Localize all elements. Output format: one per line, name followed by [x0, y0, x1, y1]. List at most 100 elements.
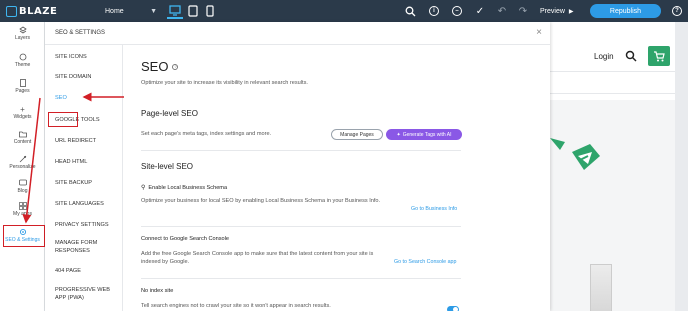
- page-level-heading: Page-level SEO: [141, 109, 198, 118]
- site-preview: Login: [550, 22, 675, 311]
- annotation-highlight-box: [48, 112, 78, 127]
- folder-icon: [18, 130, 27, 138]
- rail-label: Pages: [15, 88, 30, 94]
- no-index-toggle[interactable]: [447, 306, 459, 311]
- mobile-icon: [206, 5, 214, 17]
- site-nav-band: [550, 72, 675, 94]
- seo-description: Optimize your site to increase its visib…: [141, 80, 308, 86]
- preview-scroll-gutter: [675, 22, 688, 311]
- redo-icon: ↷: [518, 5, 528, 17]
- manage-pages-button[interactable]: Manage Pages: [331, 129, 383, 140]
- subnav-item-url-redirect[interactable]: URL REDIRECT: [55, 137, 121, 145]
- info-icon: i: [429, 6, 439, 16]
- rail-item-blog[interactable]: Blog: [0, 179, 45, 194]
- page-selector-value: Home: [105, 7, 124, 15]
- check-button[interactable]: ✓: [472, 3, 488, 19]
- undo-button[interactable]: ↶: [494, 3, 510, 19]
- site-search-button[interactable]: [625, 49, 637, 62]
- divider: [141, 150, 461, 151]
- subnav-item-404-page[interactable]: 404 PAGE: [55, 267, 121, 275]
- cart-icon: [654, 50, 665, 61]
- blog-icon: [18, 179, 27, 187]
- rail-item-my-apps[interactable]: My apps: [0, 202, 45, 217]
- subnav-item-site-domain[interactable]: SITE DOMAIN: [55, 73, 121, 81]
- rail-item-theme[interactable]: Theme: [0, 53, 45, 68]
- subnav-item-manage-form-responses[interactable]: MANAGE FORM RESPONSES: [55, 239, 121, 255]
- annotation-highlight-box: [3, 225, 45, 247]
- chevron-down-icon: ▼: [150, 7, 157, 15]
- close-icon[interactable]: ×: [536, 27, 542, 38]
- undo-icon: ↶: [497, 5, 507, 17]
- zoom-out-icon: –: [452, 6, 462, 16]
- check-icon: ✓: [475, 5, 485, 17]
- no-index-description: Tell search engines not to crawl your si…: [141, 303, 331, 309]
- subnav-item-privacy-settings[interactable]: PRIVACY SETTINGS: [55, 221, 121, 229]
- generate-tags-ai-label: Generate Tags with AI: [402, 131, 452, 138]
- help-icon: ?: [672, 6, 682, 16]
- rail-item-content[interactable]: Content: [0, 130, 45, 145]
- redo-button[interactable]: ↷: [515, 3, 531, 19]
- rail-label: Personalize: [9, 164, 36, 170]
- brand-logo: BLAZE: [6, 4, 57, 18]
- theme-icon: [19, 53, 27, 61]
- search-console-link[interactable]: Go to Search Console app: [394, 259, 456, 265]
- site-header: Login: [550, 32, 675, 72]
- subnav-item-site-languages[interactable]: SITE LANGUAGES: [55, 200, 121, 208]
- personalize-icon: [19, 155, 27, 163]
- panel-header: SEO & SETTINGS ×: [45, 22, 550, 45]
- subnav-item-site-icons[interactable]: SITE ICONS: [55, 53, 121, 61]
- tablet-icon: [188, 5, 198, 17]
- local-business-schema-description: Optimize your business for local SEO by …: [141, 198, 381, 204]
- rail-label: Blog: [17, 188, 28, 194]
- seo-settings-panel: SEO & SETTINGS × SITE ICONS SITE DOMAIN …: [45, 22, 550, 311]
- generate-tags-ai-button[interactable]: ✦ Generate Tags with AI: [386, 129, 462, 140]
- pin-icon: ⚲: [141, 185, 146, 191]
- layers-icon: [18, 26, 27, 34]
- logo-mark-icon: [6, 5, 17, 17]
- desktop-icon: [169, 4, 181, 16]
- rail-label: Theme: [14, 62, 31, 68]
- search-icon: [405, 6, 415, 16]
- subnav-item-pwa[interactable]: PROGRESSIVE WEB APP (PWA): [55, 286, 121, 302]
- divider: [141, 226, 461, 227]
- info-button[interactable]: i: [426, 3, 442, 19]
- search-icon: [625, 50, 637, 62]
- product-image: [590, 264, 612, 311]
- page-title: SEO ?: [141, 59, 179, 74]
- settings-subnav: SITE ICONS SITE DOMAIN SEO GOOGLE TOOLS …: [45, 45, 123, 311]
- desktop-view-button[interactable]: [167, 3, 183, 19]
- play-icon: ▶: [568, 8, 574, 15]
- plus-icon: +: [20, 104, 25, 114]
- help-button[interactable]: ?: [669, 3, 685, 19]
- preview-button[interactable]: Preview ▶: [540, 4, 574, 18]
- subnav-item-seo[interactable]: SEO: [55, 94, 121, 102]
- rail-item-widgets[interactable]: + Widgets: [0, 104, 45, 121]
- rail-label: Content: [13, 139, 32, 145]
- rail-item-personalize[interactable]: Personalize: [0, 155, 45, 170]
- login-link[interactable]: Login: [594, 52, 614, 61]
- apps-icon: [18, 202, 27, 210]
- page-level-description: Set each page's meta tags, index setting…: [141, 131, 272, 137]
- cart-button[interactable]: [648, 46, 670, 66]
- site-level-heading: Site-level SEO: [141, 162, 194, 171]
- top-toolbar: BLAZE Home ▼ i – ✓ ↶ ↷ Preview ▶ Republi…: [0, 0, 688, 22]
- mobile-view-button[interactable]: [202, 3, 218, 19]
- rail-label: Layers: [14, 35, 30, 41]
- rail-item-layers[interactable]: Layers: [0, 26, 45, 41]
- business-info-link[interactable]: Go to Business Info: [411, 206, 457, 212]
- pages-icon: [19, 79, 27, 87]
- search-button[interactable]: [402, 3, 418, 19]
- subnav-item-head-html[interactable]: HEAD HTML: [55, 158, 121, 166]
- local-business-schema-title: ⚲ Enable Local Business Schema: [141, 184, 227, 192]
- search-console-description: Add the free Google Search Console app t…: [141, 251, 374, 265]
- zoom-out-button[interactable]: –: [449, 3, 465, 19]
- divider: [141, 278, 461, 279]
- subnav-item-site-backup[interactable]: SITE BACKUP: [55, 179, 121, 187]
- tablet-view-button[interactable]: [185, 3, 201, 19]
- republish-button[interactable]: Republish: [590, 4, 661, 18]
- search-console-title: Connect to Google Search Console: [141, 236, 230, 242]
- decorative-leaf-graphic: [550, 138, 600, 170]
- help-icon[interactable]: ?: [172, 63, 179, 70]
- rail-item-pages[interactable]: Pages: [0, 79, 45, 94]
- page-selector[interactable]: Home ▼: [105, 4, 157, 18]
